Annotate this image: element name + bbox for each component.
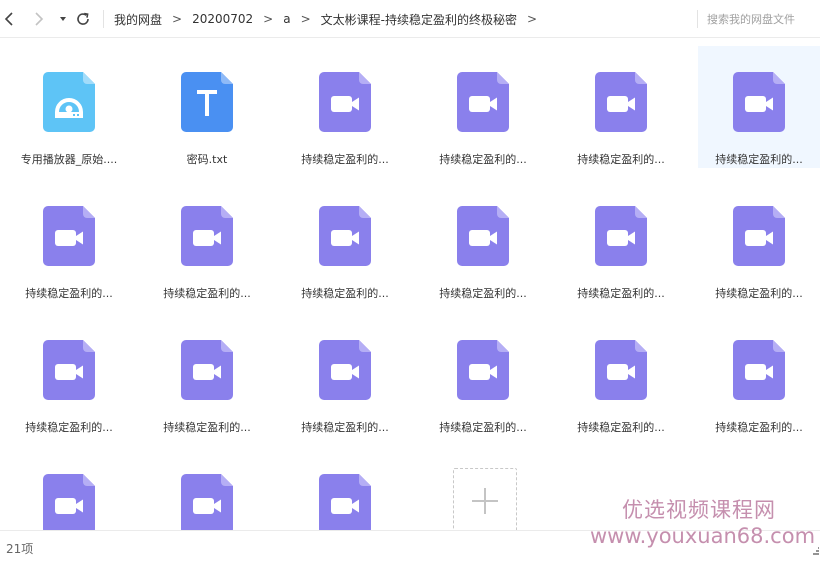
file-name: 密码.txt [186, 153, 228, 166]
breadcrumb-item[interactable]: 我的网盘 [114, 11, 162, 28]
file-name: 持续稳定盈利的... [439, 153, 527, 166]
video-file-icon [181, 340, 233, 400]
file-name: 持续稳定盈利的... [577, 153, 665, 166]
item-count: 21项 [6, 542, 34, 556]
video-file-icon [319, 340, 371, 400]
file-item[interactable]: 密码.txt [146, 46, 268, 168]
video-file-icon [319, 474, 371, 530]
file-name: 专用播放器_原始.... [20, 153, 118, 166]
file-grid: 专用播放器_原始.... 密码.txt 持续稳定盈利的... 持续稳定盈利的... 持续… [0, 38, 820, 530]
file-item[interactable]: 持续稳定盈利的... [422, 180, 544, 302]
watermark-title: 优选视频课程网 [622, 498, 776, 522]
new-item-button[interactable] [453, 468, 517, 530]
search-divider [697, 10, 698, 28]
refresh-button[interactable] [73, 9, 93, 29]
file-item[interactable] [146, 448, 268, 530]
breadcrumb-item[interactable]: a [283, 12, 290, 26]
chevron-left-icon [4, 12, 13, 26]
file-name: 持续稳定盈利的... [715, 287, 803, 300]
resize-grip-icon[interactable] [812, 545, 820, 555]
video-file-icon [319, 206, 371, 266]
file-item[interactable]: 持续稳定盈利的... [8, 180, 130, 302]
video-file-icon [733, 206, 785, 266]
file-item[interactable]: 持续稳定盈利的... [560, 314, 682, 436]
video-file-icon [43, 474, 95, 530]
search-input[interactable] [707, 9, 819, 29]
file-item[interactable]: 持续稳定盈利的... [422, 314, 544, 436]
file-item[interactable]: 持续稳定盈利的... [284, 46, 406, 168]
caret-down-icon [60, 17, 66, 21]
file-item[interactable]: 持续稳定盈利的... [284, 314, 406, 436]
file-item[interactable]: 持续稳定盈利的... [698, 46, 820, 168]
video-file-icon [181, 206, 233, 266]
video-file-icon [457, 340, 509, 400]
file-item[interactable]: 持续稳定盈利的... [698, 314, 820, 436]
file-item[interactable]: 持续稳定盈利的... [146, 314, 268, 436]
file-name: 持续稳定盈利的... [301, 287, 389, 300]
breadcrumb: 我的网盘 >20200702 > a > 文太彬课程-持续稳定盈利的终极秘密 > [114, 0, 547, 38]
video-file-icon [43, 340, 95, 400]
file-item[interactable]: 持续稳定盈利的... [560, 46, 682, 168]
breadcrumb-separator: > [263, 12, 274, 26]
file-name: 持续稳定盈利的... [577, 287, 665, 300]
refresh-icon [77, 12, 89, 25]
file-item[interactable]: 持续稳定盈利的... [146, 180, 268, 302]
file-item[interactable]: 持续稳定盈利的... [422, 46, 544, 168]
player-file-icon [43, 72, 95, 132]
toolbar-divider [103, 10, 104, 28]
watermark-url: www.youxuan68.com [590, 524, 816, 548]
toolbar: 我的网盘 >20200702 > a > 文太彬课程-持续稳定盈利的终极秘密 > [0, 0, 820, 38]
file-item[interactable] [284, 448, 406, 530]
file-item[interactable]: 持续稳定盈利的... [560, 180, 682, 302]
file-item[interactable]: 持续稳定盈利的... [284, 180, 406, 302]
breadcrumb-separator: > [526, 12, 538, 26]
video-file-icon [595, 340, 647, 400]
breadcrumb-separator: > [172, 12, 183, 26]
video-file-icon [595, 72, 647, 132]
file-name: 持续稳定盈利的... [439, 287, 527, 300]
file-name: 持续稳定盈利的... [715, 421, 803, 434]
text-file-icon [181, 72, 233, 132]
video-file-icon [457, 206, 509, 266]
video-file-icon [595, 206, 647, 266]
video-file-icon [457, 72, 509, 132]
chevron-right-icon [35, 12, 44, 26]
breadcrumb-item[interactable]: 20200702 [192, 12, 253, 26]
file-item[interactable] [8, 448, 130, 530]
video-file-icon [43, 206, 95, 266]
file-name: 持续稳定盈利的... [439, 421, 527, 434]
file-name: 持续稳定盈利的... [163, 287, 251, 300]
video-file-icon [319, 72, 371, 132]
video-file-icon [181, 474, 233, 530]
video-file-icon [733, 72, 785, 132]
file-name: 持续稳定盈利的... [715, 153, 803, 166]
file-name: 持续稳定盈利的... [301, 153, 389, 166]
breadcrumb-separator: > [300, 12, 311, 26]
file-name: 持续稳定盈利的... [163, 421, 251, 434]
file-name: 持续稳定盈利的... [577, 421, 665, 434]
file-item[interactable]: 持续稳定盈利的... [698, 180, 820, 302]
history-dropdown-button[interactable] [53, 9, 73, 29]
breadcrumb-item[interactable]: 文太彬课程-持续稳定盈利的终极秘密 [321, 11, 517, 28]
video-file-icon [733, 340, 785, 400]
file-name: 持续稳定盈利的... [25, 421, 113, 434]
file-name: 持续稳定盈利的... [25, 287, 113, 300]
file-item[interactable]: 持续稳定盈利的... [8, 314, 130, 436]
file-item[interactable]: 专用播放器_原始.... [8, 46, 130, 168]
back-button[interactable] [0, 9, 20, 29]
file-name: 持续稳定盈利的... [301, 421, 389, 434]
forward-button[interactable] [28, 9, 48, 29]
